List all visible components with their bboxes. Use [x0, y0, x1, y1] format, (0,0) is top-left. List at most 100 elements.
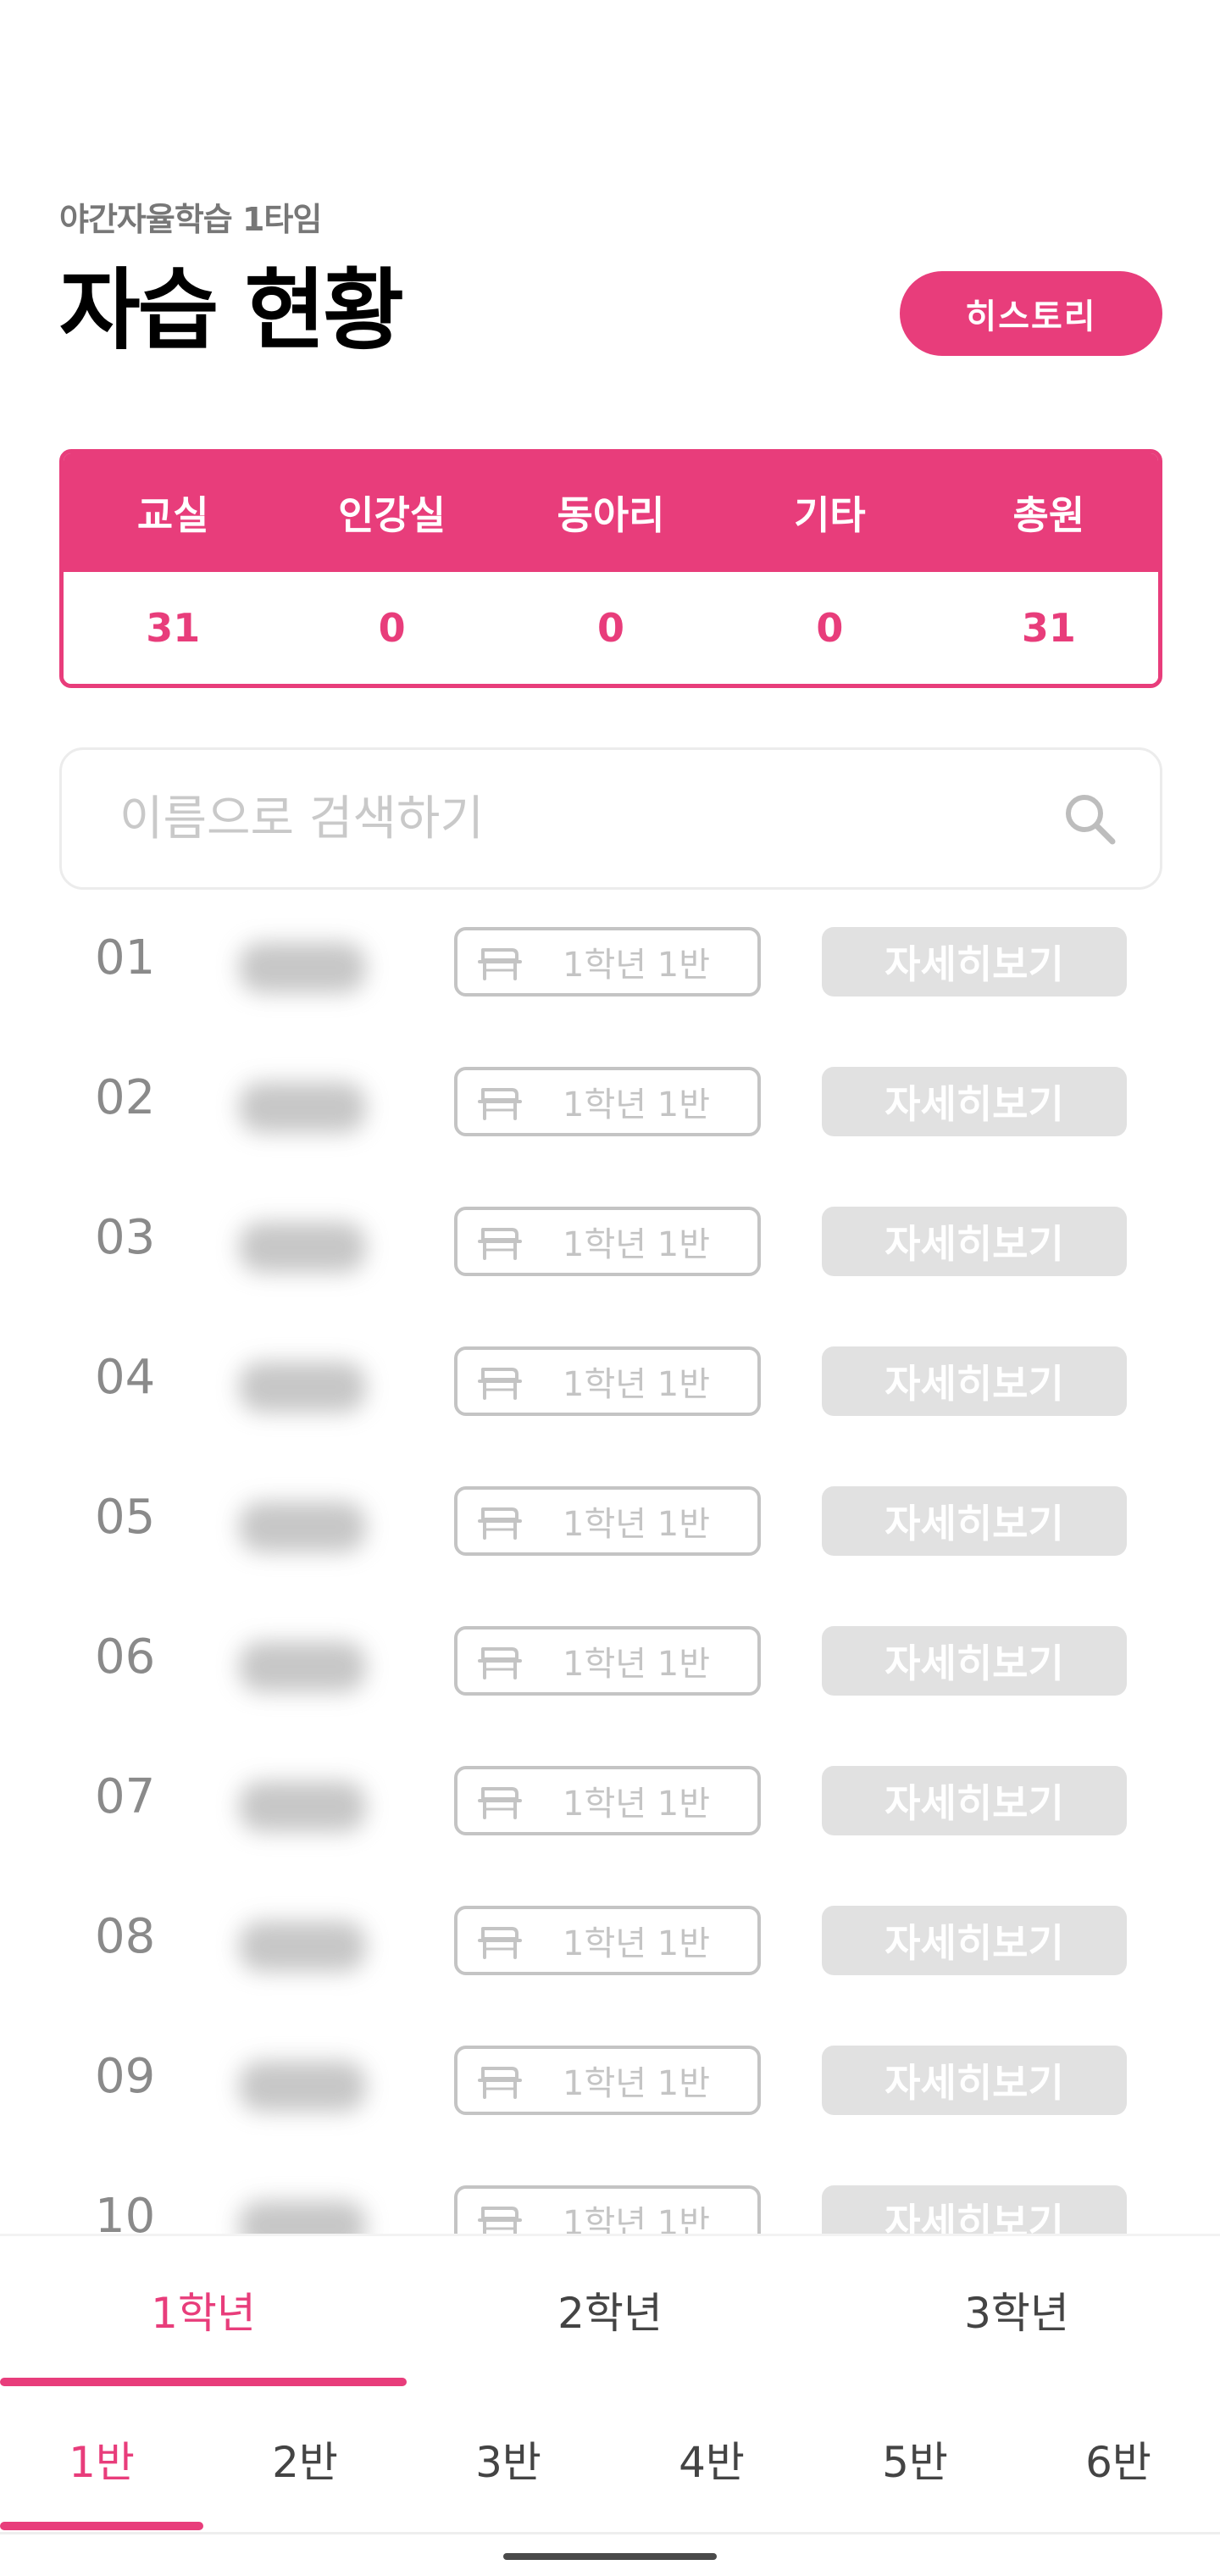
detail-button[interactable]: 자세히보기: [822, 1346, 1127, 1416]
student-row: 06 1학년 1반 자세히보기: [0, 1597, 1220, 1737]
student-row: 05 1학년 1반 자세히보기: [0, 1457, 1220, 1597]
desk-icon: [478, 1642, 522, 1679]
desk-icon: [478, 1083, 522, 1120]
student-name-blurred: [239, 2201, 366, 2234]
home-indicator[interactable]: [503, 2553, 717, 2560]
tab-grade-1[interactable]: 1학년: [0, 2234, 407, 2386]
detail-button[interactable]: 자세히보기: [822, 1906, 1127, 1975]
classroom-badge: 1학년 1반: [454, 1207, 761, 1276]
classroom-badge: 1학년 1반: [454, 2185, 761, 2234]
classroom-label: 1학년 1반: [563, 1225, 711, 1264]
desk-icon: [478, 1502, 522, 1540]
student-number: 08: [95, 1909, 156, 1964]
classroom-badge: 1학년 1반: [454, 1346, 761, 1416]
classroom-label: 1학년 1반: [563, 1365, 711, 1404]
session-subtitle: 야간자율학습 1타임: [59, 201, 322, 238]
classroom-badge: 1학년 1반: [454, 1486, 761, 1556]
desk-icon: [478, 1223, 522, 1260]
summary-header-lecture-room: 인강실: [338, 492, 446, 538]
student-number: 04: [95, 1350, 156, 1405]
student-row: 10 1학년 1반 자세히보기: [0, 2157, 1220, 2234]
desk-icon: [478, 943, 522, 980]
student-number: 03: [95, 1210, 156, 1265]
tab-class-3[interactable]: 3반: [407, 2386, 610, 2532]
summary-header-other: 기타: [794, 492, 866, 538]
tab-class-5[interactable]: 5반: [813, 2386, 1017, 2532]
student-number: 07: [95, 1769, 156, 1824]
classroom-badge: 1학년 1반: [454, 1766, 761, 1835]
student-list[interactable]: 01 1학년 1반 자세히보기 02 1학년 1반 자세히보기 03 1학년 1반 자세히보기 0…: [0, 898, 1220, 2234]
tab-class-4[interactable]: 4반: [610, 2386, 813, 2532]
student-row: 02 1학년 1반 자세히보기: [0, 1038, 1220, 1178]
classroom-label: 1학년 1반: [563, 2064, 711, 2103]
student-row: 01 1학년 1반 자세히보기: [0, 898, 1220, 1038]
desk-icon: [478, 1363, 522, 1400]
classroom-badge: 1학년 1반: [454, 927, 761, 997]
detail-button[interactable]: 자세히보기: [822, 1067, 1127, 1136]
summary-value-club: 0: [597, 605, 625, 651]
detail-button[interactable]: 자세히보기: [822, 927, 1127, 997]
tab-class-6[interactable]: 6반: [1017, 2386, 1220, 2532]
desk-icon: [478, 1782, 522, 1819]
page-header: 야간자율학습 1타임 자습 현황: [59, 193, 404, 362]
detail-button[interactable]: 자세히보기: [822, 2046, 1127, 2115]
student-row: 09 1학년 1반 자세히보기: [0, 2017, 1220, 2157]
student-name-blurred: [239, 1921, 366, 1972]
summary-value-total: 31: [1021, 605, 1076, 651]
tab-class-2[interactable]: 2반: [203, 2386, 407, 2532]
desk-icon: [478, 2062, 522, 2099]
student-number: 05: [95, 1490, 156, 1545]
summary-header-club: 동아리: [557, 492, 665, 538]
classroom-badge: 1학년 1반: [454, 1067, 761, 1136]
classroom-label: 1학년 1반: [563, 1505, 711, 1544]
search-input[interactable]: [119, 791, 1060, 847]
student-number: 06: [95, 1629, 156, 1685]
summary-header-classroom: 교실: [136, 492, 209, 538]
student-name-blurred: [239, 1781, 366, 1832]
history-button[interactable]: 히스토리: [900, 271, 1162, 356]
student-name-blurred: [239, 1082, 366, 1133]
class-tab-indicator: [0, 2522, 203, 2530]
classroom-badge: 1학년 1반: [454, 1626, 761, 1696]
summary-values-row: 31 0 0 0 31: [64, 572, 1158, 684]
classroom-label: 1학년 1반: [563, 1645, 711, 1684]
student-name-blurred: [239, 1641, 366, 1692]
student-number: 01: [95, 930, 156, 985]
tab-class-1[interactable]: 1반: [0, 2386, 203, 2532]
page-title: 자습 현황: [59, 258, 404, 362]
student-name-blurred: [239, 1502, 366, 1552]
desk-icon: [478, 2201, 522, 2234]
classroom-label: 1학년 1반: [563, 2204, 711, 2234]
student-name-blurred: [239, 1222, 366, 1273]
summary-value-classroom: 31: [146, 605, 201, 651]
detail-button[interactable]: 자세히보기: [822, 1626, 1127, 1696]
classroom-label: 1학년 1반: [563, 1924, 711, 1963]
detail-button[interactable]: 자세히보기: [822, 1766, 1127, 1835]
student-number: 09: [95, 2049, 156, 2104]
student-number: 02: [95, 1070, 156, 1125]
desk-icon: [478, 1922, 522, 1959]
student-row: 08 1학년 1반 자세히보기: [0, 1877, 1220, 2017]
search-box[interactable]: [59, 747, 1162, 890]
search-icon[interactable]: [1060, 789, 1119, 848]
student-row: 07 1학년 1반 자세히보기: [0, 1737, 1220, 1877]
summary-value-other: 0: [816, 605, 844, 651]
student-row: 03 1학년 1반 자세히보기: [0, 1178, 1220, 1318]
student-row: 04 1학년 1반 자세히보기: [0, 1318, 1220, 1457]
summary-header-total: 총원: [1012, 492, 1085, 538]
classroom-badge: 1학년 1반: [454, 2046, 761, 2115]
summary-header-row: 교실 인강실 동아리 기타 총원: [64, 453, 1158, 572]
grade-tab-indicator: [0, 2378, 407, 2386]
detail-button[interactable]: 자세히보기: [822, 1486, 1127, 1556]
student-name-blurred: [239, 1362, 366, 1413]
tab-grade-3[interactable]: 3학년: [813, 2234, 1220, 2386]
classroom-label: 1학년 1반: [563, 1785, 711, 1824]
classroom-label: 1학년 1반: [563, 1085, 711, 1124]
tab-grade-2[interactable]: 2학년: [407, 2234, 813, 2386]
grade-tabs: 1학년 2학년 3학년: [0, 2234, 1220, 2386]
summary-table: 교실 인강실 동아리 기타 총원 31 0 0 0 31: [59, 449, 1162, 688]
detail-button[interactable]: 자세히보기: [822, 2185, 1127, 2234]
detail-button[interactable]: 자세히보기: [822, 1207, 1127, 1276]
classroom-badge: 1학년 1반: [454, 1906, 761, 1975]
divider: [0, 2532, 1220, 2534]
